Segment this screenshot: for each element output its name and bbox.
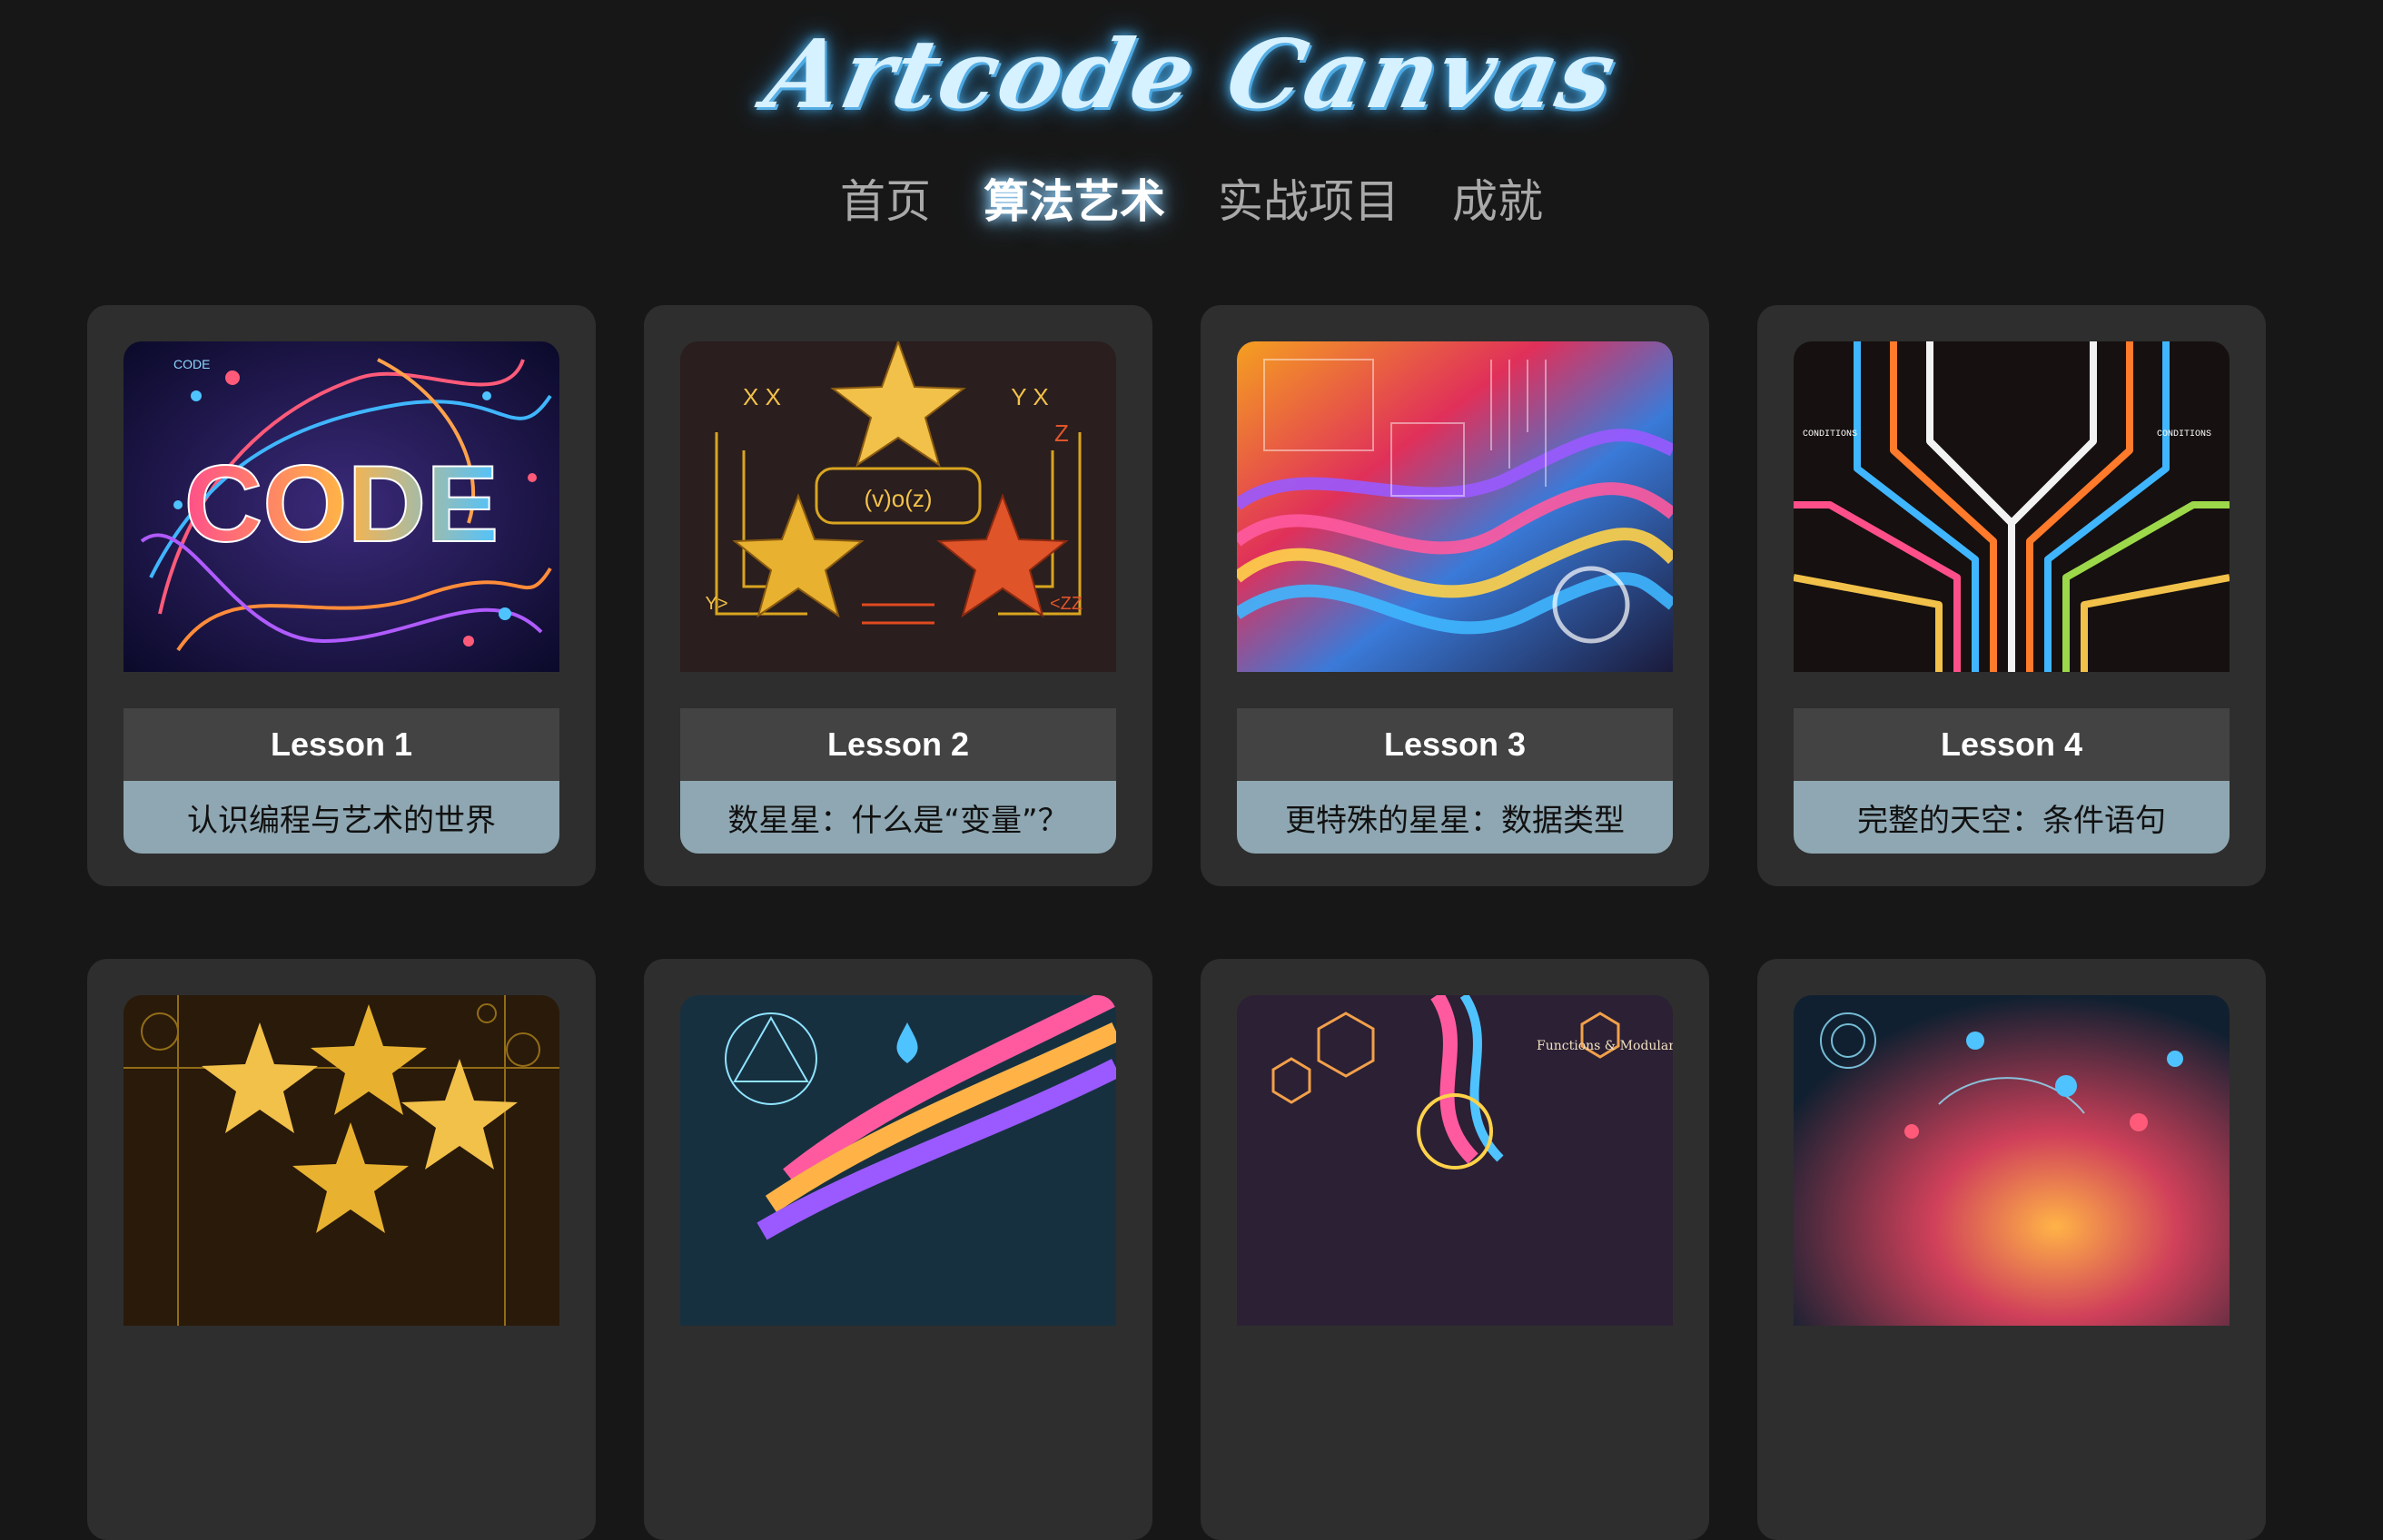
lesson-image-cosmic-swirl[interactable] [1794, 995, 2230, 1326]
lesson-card-1[interactable]: CODE CODE Lesson 1 认识编程与艺术的世界 [87, 305, 596, 886]
nav-item-home[interactable]: 首页 [840, 165, 931, 231]
lesson-card-8[interactable] [1757, 959, 2266, 1540]
nav-item-achievements[interactable]: 成就 [1452, 165, 1543, 231]
lesson-image-golden-stars[interactable]: (v)o(z) X X Y X Z Y> <ZZ [680, 341, 1116, 672]
lesson-image-code-swirl[interactable]: CODE CODE [124, 341, 559, 672]
lesson-title: 认识编程与艺术的世界 [124, 781, 559, 854]
nav-item-projects[interactable]: 实战项目 [1218, 165, 1399, 231]
lesson-grid: CODE CODE Lesson 1 认识编程与艺术的世界 (v)o(z) X … [87, 305, 2266, 1540]
art-conditions-right: CONDITIONS [2157, 429, 2211, 439]
lesson-title: 更特殊的星星：数据类型 [1237, 781, 1673, 854]
art-x-labels: X X [743, 383, 781, 410]
lesson-card-6[interactable] [644, 959, 1152, 1540]
nav-item-algorithmic-art[interactable]: 算法艺术 [984, 165, 1165, 231]
art-formula: (v)o(z) [864, 485, 932, 512]
lesson-label: Lesson 4 [1794, 708, 2230, 781]
lesson-card-4[interactable]: CONDITIONS CONDITIONS Lesson 4 完整的天空：条件语… [1757, 305, 2266, 886]
lesson-image-gold-stars[interactable] [124, 995, 559, 1326]
art-z-label: Z [1054, 420, 1069, 447]
lesson-image-rainbow-flow[interactable] [680, 995, 1116, 1326]
art-code-corner: CODE [173, 357, 210, 371]
lesson-card-7[interactable]: Functions & Modularity [1201, 959, 1709, 1540]
lesson-card-5[interactable] [87, 959, 596, 1540]
lesson-title: 数星星：什么是“变量”？ [680, 781, 1116, 854]
lesson-image-circuit-tree[interactable]: CONDITIONS CONDITIONS [1794, 341, 2230, 672]
main-nav: 首页 算法艺术 实战项目 成就 [0, 165, 2383, 231]
art-code-word: CODE [184, 443, 499, 565]
lesson-card-3[interactable]: Lesson 3 更特殊的星星：数据类型 [1201, 305, 1709, 886]
site-logo[interactable]: Artcode Canvas [0, 18, 2383, 130]
lesson-label: Lesson 2 [680, 708, 1116, 781]
art-functions-caption: Functions & Modularity [1537, 1039, 1673, 1053]
lesson-title: 完整的天空：条件语句 [1794, 781, 2230, 854]
lesson-image-color-wave[interactable] [1237, 341, 1673, 672]
lesson-label: Lesson 3 [1237, 708, 1673, 781]
lesson-image-functions-modularity[interactable]: Functions & Modularity [1237, 995, 1673, 1326]
art-zz-arrow: <ZZ [1050, 594, 1083, 614]
art-conditions-left: CONDITIONS [1803, 429, 1857, 439]
art-y-arrow: Y> [705, 594, 727, 614]
art-y-labels: Y X [1011, 383, 1048, 410]
lesson-label: Lesson 1 [124, 708, 559, 781]
lesson-card-2[interactable]: (v)o(z) X X Y X Z Y> <ZZ Lesson 2 数星星：什么… [644, 305, 1152, 886]
